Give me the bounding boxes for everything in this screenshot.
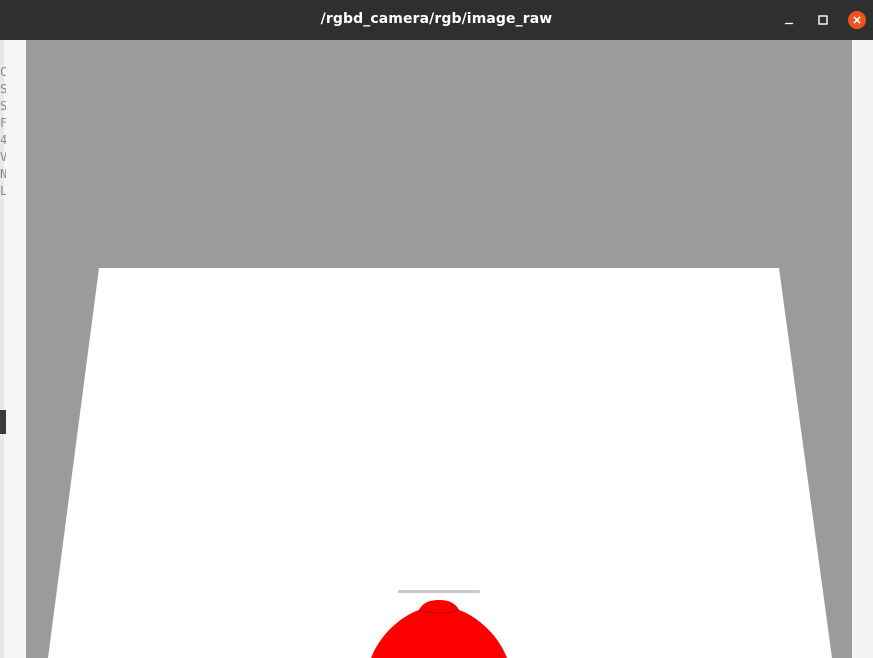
close-icon (848, 11, 866, 29)
close-button[interactable] (848, 11, 866, 29)
window-title: /rgbd_camera/rgb/image_raw (320, 11, 553, 27)
camera-image (26, 40, 852, 658)
background-window-strip (0, 410, 6, 434)
ground-plane (48, 268, 832, 658)
minimize-icon (785, 22, 793, 25)
maximize-button[interactable] (814, 11, 832, 29)
plane-far-edge-marker (398, 590, 480, 593)
minimize-button[interactable] (780, 11, 798, 29)
right-window-gap (852, 40, 873, 658)
camera-image-view (26, 40, 852, 658)
background-window: C S S F 4 V N L (0, 0, 26, 658)
background-window-text: C S S F 4 V N L (0, 65, 6, 198)
maximize-icon (818, 15, 828, 25)
window-titlebar[interactable]: /rgbd_camera/rgb/image_raw (0, 0, 873, 40)
